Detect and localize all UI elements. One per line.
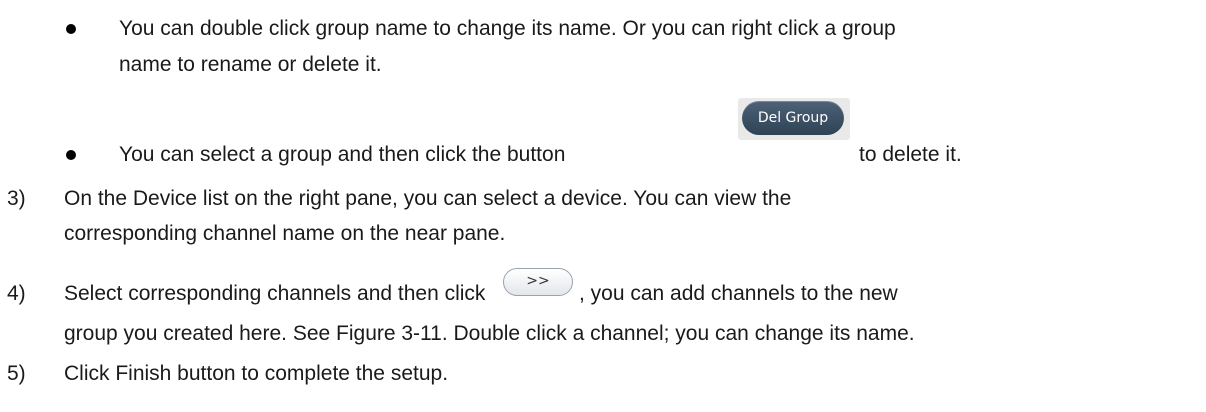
del-group-button[interactable]: Del Group [738, 98, 850, 140]
bullet-2-text-before: You can select a group and then click th… [119, 143, 566, 166]
del-group-button-label: Del Group [742, 101, 844, 135]
step-4-line-2: group you created here. See Figure 3-11.… [64, 322, 915, 345]
step-3-line-2: corresponding channel name on the near p… [64, 222, 506, 245]
step-5-line-1: Click Finish button to complete the setu… [64, 362, 449, 385]
bullet-icon [66, 24, 76, 34]
step-5-number: 5) [7, 362, 26, 385]
step-4-number: 4) [7, 282, 26, 305]
step-4-text-before: Select corresponding channels and then c… [64, 282, 486, 305]
step-3-line-1: On the Device list on the right pane, yo… [64, 187, 792, 210]
bullet-2-text-after: to delete it. [859, 143, 962, 166]
bullet-1-line-1: You can double click group name to chang… [119, 17, 896, 40]
add-channels-button[interactable]: >> [503, 268, 573, 296]
bullet-1-line-2: name to rename or delete it. [119, 53, 382, 76]
step-3-number: 3) [7, 187, 26, 210]
step-4-text-after: , you can add channels to the new [579, 282, 898, 305]
bullet-icon [66, 150, 76, 160]
